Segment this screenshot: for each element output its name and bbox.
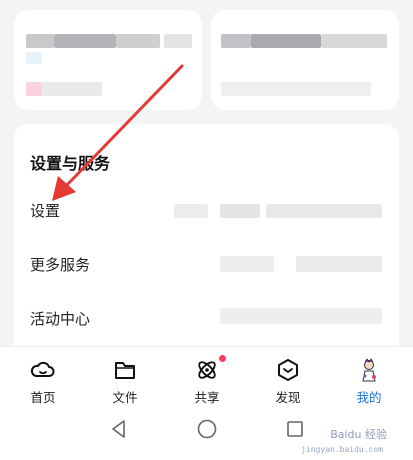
avatar-icon (362, 358, 376, 382)
blurred-info-card-left[interactable] (14, 10, 202, 110)
blurred-content (42, 82, 102, 96)
share-orbit-icon (198, 361, 216, 379)
nav-files[interactable]: 文件 (95, 353, 155, 407)
settings-row[interactable]: 设置 (14, 188, 399, 232)
more-services-row-label: 更多服务 (30, 256, 91, 274)
settings-row-label: 设置 (30, 202, 61, 220)
settings-services-card: 设置与服务 设置 更多服务 活动中心 (14, 124, 399, 364)
blurred-content (116, 34, 160, 48)
nav-home[interactable]: 首页 (13, 353, 73, 407)
nav-share-label: 共享 (194, 390, 220, 405)
blurred-content (220, 308, 382, 324)
cloud-home-icon (30, 361, 55, 377)
nav-discover[interactable]: 发现 (258, 353, 318, 407)
blurred-content (321, 34, 387, 48)
nav-home-label: 首页 (30, 390, 56, 405)
more-services-row[interactable]: 更多服务 (14, 242, 399, 286)
nav-files-label: 文件 (112, 390, 138, 405)
back-icon[interactable] (108, 418, 130, 440)
nav-mine[interactable]: 我的 (339, 353, 399, 407)
blurred-content (220, 256, 274, 272)
blurred-content (266, 204, 382, 218)
system-navigation-bar: Baidu 经验 jingyan.baidu.com (0, 408, 413, 460)
folder-icon (115, 362, 135, 379)
home-circle-icon[interactable] (196, 418, 218, 440)
discover-cube-icon (278, 359, 298, 381)
bottom-navigation: 首页 文件 共享 发现 我的 (0, 346, 413, 408)
blurred-content (26, 34, 54, 48)
blurred-content (221, 82, 371, 96)
blurred-info-card-right[interactable] (211, 10, 399, 110)
blurred-content (26, 82, 42, 96)
activity-center-row-label: 活动中心 (30, 310, 91, 328)
blurred-content (251, 34, 321, 48)
nav-mine-label: 我的 (356, 390, 382, 405)
blurred-content (26, 52, 42, 64)
blurred-content (220, 204, 260, 218)
blurred-content (221, 34, 251, 48)
blurred-content (164, 34, 192, 48)
section-title: 设置与服务 (30, 154, 111, 173)
recent-apps-icon[interactable] (284, 418, 306, 440)
nav-discover-label: 发现 (275, 390, 301, 405)
blurred-content (54, 34, 116, 48)
notification-badge-dot (219, 355, 226, 362)
watermark-url: jingyan.baidu.com (301, 445, 383, 454)
watermark-text: Baidu 经验 (330, 428, 387, 441)
activity-center-row[interactable]: 活动中心 (14, 296, 399, 340)
blurred-content (174, 204, 208, 218)
nav-share[interactable]: 共享 (177, 353, 237, 407)
blurred-content (296, 256, 382, 272)
